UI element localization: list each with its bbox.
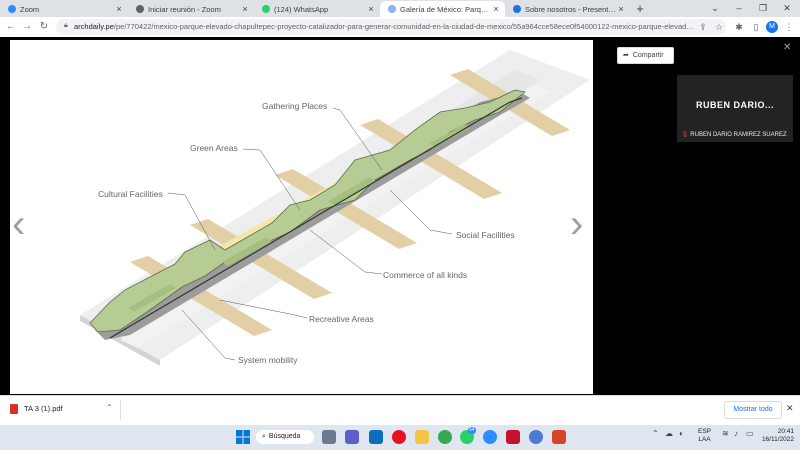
tab-whatsapp[interactable]: (124) WhatsApp × [254,1,380,17]
zoom-taskbar-icon[interactable] [483,430,497,444]
close-gallery-icon[interactable]: ✕ [783,42,791,53]
zoom-participant-name: RUBEN DARIO RAMIREZ SUAREZ [690,132,787,138]
tab-galeria-mexico[interactable]: Galería de México: Parque Elevado × [380,1,505,17]
show-all-downloads-button[interactable]: Mostrar todo [724,401,782,419]
lock-icon[interactable]: 🔒︎ [64,22,70,29]
whatsapp-taskbar-icon[interactable]: 54 [460,427,476,444]
download-file-name[interactable]: TA 3 (1).pdf [24,404,63,413]
more-menu-icon[interactable]: ⋮ [782,19,796,35]
task-view-icon[interactable] [322,430,336,444]
system-tray[interactable]: ⌃ ☁︎ ◐ [652,429,684,438]
speaker-icon[interactable]: ♪ [734,429,738,438]
clock-time: 20:41 [777,428,794,435]
globe-icon [136,5,144,13]
url-path: /pe/770422/mexico-parque-elevado-chapult… [113,22,694,31]
google-slides-icon [513,5,521,13]
chrome-icon[interactable] [438,430,452,444]
close-icon[interactable]: × [240,4,250,14]
extensions-puzzle-icon[interactable]: ✱ [732,19,746,35]
tab-sobre-nosotros[interactable]: Sobre nosotros - Presentación × [505,1,630,17]
side-panel-icon[interactable]: ▯ [749,19,763,35]
archdaily-icon [388,5,396,13]
close-window-button[interactable]: ✕ [776,1,798,16]
mail-icon[interactable] [369,430,383,444]
close-icon[interactable]: × [366,4,376,14]
label-social-facilities: Social Facilities [456,230,515,240]
acrobat-icon[interactable] [506,430,520,444]
chevron-up-icon[interactable]: ⌃ [652,429,659,438]
share-label: Compartir [632,52,664,59]
label-gathering-places: Gathering Places [262,101,327,111]
onedrive-icon[interactable]: ☁︎ [665,429,673,438]
close-icon[interactable]: × [114,4,124,14]
tab-zoom[interactable]: Zoom × [0,1,128,17]
download-divider [120,400,121,420]
wifi-icon[interactable]: ≋ [722,429,729,438]
battery-icon[interactable]: ▭ [746,429,754,438]
chevron-up-icon[interactable]: ⌃ [106,403,113,412]
keyboard-layout: LAA [698,436,711,443]
isometric-diagram: Gathering Places Green Areas Cultural Fa… [80,50,590,366]
previous-image-chevron-icon[interactable]: ‹ [12,204,25,244]
label-recreative-areas: Recreative Areas [309,314,374,324]
language-code: ESP [698,428,712,435]
search-label: Búsqueda [268,433,301,440]
restore-button[interactable]: ❐ [752,1,774,16]
notification-badge: 54 [468,427,476,434]
url-text[interactable]: archdaily.pe/pe/770422/mexico-parque-ele… [74,19,694,35]
label-cultural-facilities: Cultural Facilities [98,189,163,199]
bookmark-star-icon[interactable]: ☆ [712,19,726,35]
app-icon[interactable] [529,430,543,444]
share-arrow-icon: ➦ [623,52,629,59]
opera-icon[interactable] [392,430,406,444]
close-icon[interactable]: × [491,4,501,14]
share-button[interactable]: ➦ Compartir [617,47,674,64]
tab-iniciar-reunion[interactable]: Iniciar reunión - Zoom × [128,1,254,17]
tab-title: Zoom [20,4,40,14]
windows-start-icon[interactable] [236,430,250,444]
profile-avatar[interactable]: M [766,21,778,33]
pdf-file-icon [10,404,18,414]
next-image-chevron-icon[interactable]: › [570,204,583,244]
teams-chat-icon[interactable] [345,430,359,444]
label-commerce: Commerce of all kinds [383,270,467,280]
zoom-participant-label: 🎙︎ RUBEN DARIO RAMIREZ SUAREZ [681,131,793,138]
file-explorer-icon[interactable] [415,430,429,444]
tab-title: Iniciar reunión - Zoom [148,4,221,14]
close-download-bar-icon[interactable]: ✕ [786,403,794,414]
url-domain: archdaily.pe [74,22,114,31]
search-icon: ⌕ [262,433,266,440]
label-green-areas: Green Areas [190,143,238,153]
zoom-icon [8,5,16,13]
input-language[interactable]: ESP LAA [698,428,711,444]
clock-date: 16/11/2022 [761,436,794,443]
volume-icon[interactable]: ◐ [679,429,684,438]
tab-search-chevron-icon[interactable]: ⌄ [704,1,726,16]
share-page-icon[interactable]: ⇪ [696,19,710,35]
powerpoint-icon[interactable] [552,430,566,444]
tab-title: Sobre nosotros - Presentación [525,4,616,14]
taskbar-search[interactable]: ⌕ Búsqueda [256,430,314,444]
gallery-image: Gathering Places Green Areas Cultural Fa… [10,40,593,394]
close-icon[interactable]: × [616,4,626,14]
reload-button[interactable]: ↻ [37,19,51,35]
back-button[interactable]: ← [4,19,18,35]
system-clock[interactable]: 20:41 16/11/2022 [758,428,794,444]
tab-title: (124) WhatsApp [274,4,329,14]
whatsapp-icon [262,5,270,13]
label-system-mobility: System mobility [238,355,298,365]
lane [120,85,550,348]
minimize-button[interactable]: – [728,1,750,16]
muted-mic-icon: 🎙︎ [681,132,689,138]
forward-button[interactable]: → [20,19,34,35]
tab-title: Galería de México: Parque Elevado [400,4,491,14]
zoom-display-name: RUBEN DARIO... [695,100,774,110]
new-tab-button[interactable]: + [633,1,647,16]
